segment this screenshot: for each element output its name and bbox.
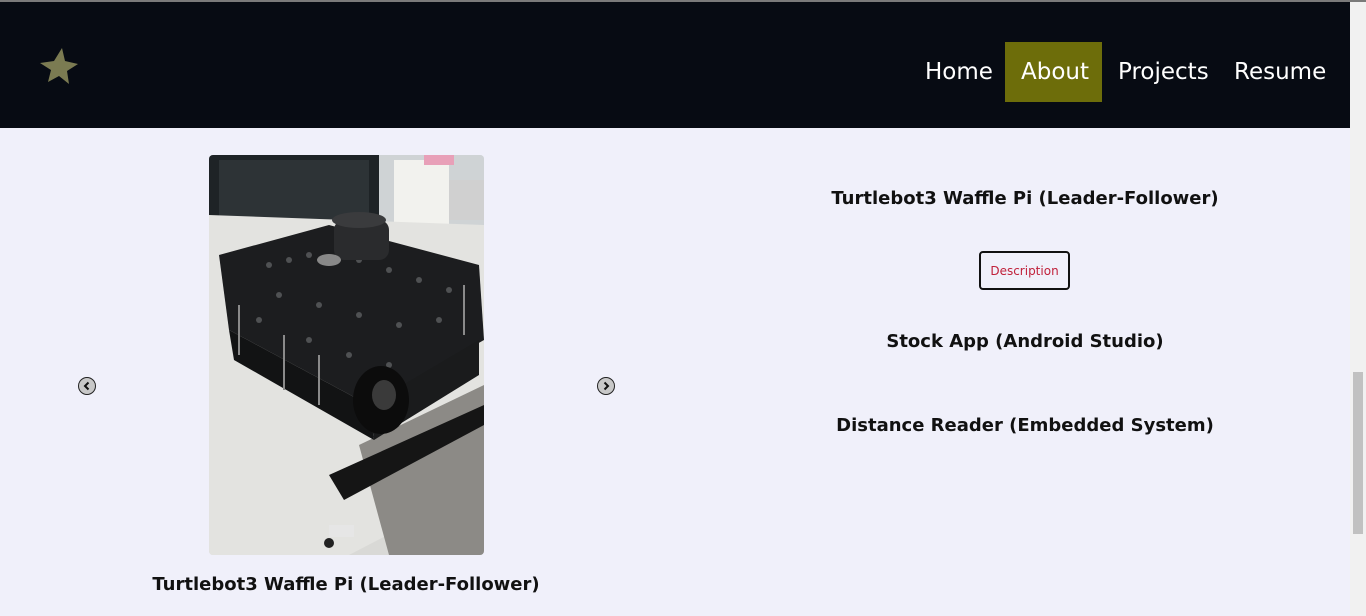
carousel-caption: Turtlebot3 Waffle Pi (Leader-Follower) xyxy=(152,574,540,595)
chevron-right-icon xyxy=(603,381,610,391)
page-scrollbar[interactable] xyxy=(1350,2,1366,616)
description-button[interactable]: Description xyxy=(979,251,1070,290)
nav-resume[interactable]: Resume xyxy=(1218,42,1342,102)
scrollbar-thumb[interactable] xyxy=(1353,372,1363,534)
star-logo-icon[interactable] xyxy=(38,46,80,88)
carousel-prev-button[interactable] xyxy=(78,377,96,395)
project-title-distance-reader[interactable]: Distance Reader (Embedded System) xyxy=(790,415,1260,436)
nav-home[interactable]: Home xyxy=(909,42,1009,102)
project-title-stock-app[interactable]: Stock App (Android Studio) xyxy=(790,331,1260,352)
project-photo xyxy=(209,155,484,555)
carousel-next-button[interactable] xyxy=(597,377,615,395)
nav-about[interactable]: About xyxy=(1005,42,1102,102)
project-title-turtlebot[interactable]: Turtlebot3 Waffle Pi (Leader-Follower) xyxy=(790,188,1260,209)
chevron-left-icon xyxy=(83,381,90,391)
nav-projects[interactable]: Projects xyxy=(1102,42,1225,102)
navbar: Home About Projects Resume xyxy=(0,2,1350,128)
